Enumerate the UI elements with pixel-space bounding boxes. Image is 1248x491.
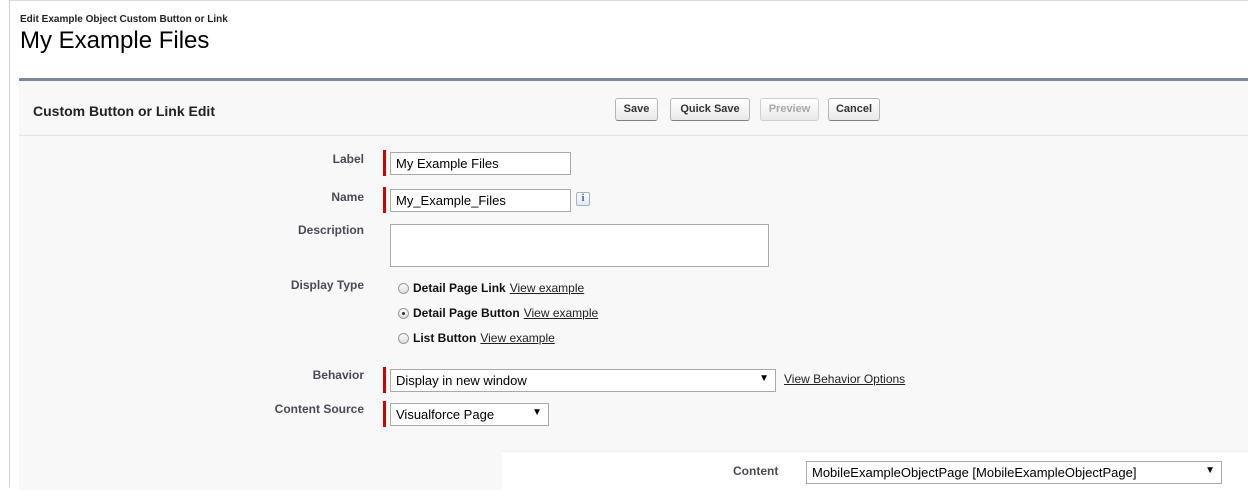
option-label: List Button bbox=[413, 331, 477, 345]
preview-button: Preview bbox=[760, 98, 819, 121]
display-type-option-detail-page-link[interactable]: Detail Page Link View example bbox=[398, 281, 584, 295]
view-example-link[interactable]: View example bbox=[480, 331, 554, 345]
radio-button[interactable] bbox=[398, 332, 409, 344]
content-field-label: Content bbox=[733, 464, 779, 478]
breadcrumb: Edit Example Object Custom Button or Lin… bbox=[20, 14, 228, 25]
content-subpanel: Content MobileExampleObjectPage [MobileE… bbox=[502, 451, 1248, 491]
content-source-select-value: Visualforce Page bbox=[396, 407, 495, 422]
panel-header: Custom Button or Link Edit Save Quick Sa… bbox=[19, 81, 1248, 136]
view-example-link[interactable]: View example bbox=[510, 281, 584, 295]
display-type-field-label: Display Type bbox=[290, 278, 364, 292]
behavior-field-label: Behavior bbox=[312, 368, 364, 382]
description-textarea[interactable] bbox=[390, 224, 769, 267]
name-field-label: Name bbox=[331, 190, 364, 204]
chevron-down-icon: ▼ bbox=[532, 407, 542, 418]
chevron-down-icon: ▼ bbox=[1205, 465, 1215, 476]
info-icon[interactable]: i bbox=[576, 192, 590, 206]
behavior-select[interactable]: Display in new window ▼ bbox=[390, 369, 776, 392]
page-header: Edit Example Object Custom Button or Lin… bbox=[20, 14, 228, 55]
save-button[interactable]: Save bbox=[615, 98, 658, 121]
option-label: Detail Page Button bbox=[413, 306, 520, 320]
view-example-link[interactable]: View example bbox=[524, 306, 598, 320]
description-field-label: Description bbox=[297, 223, 364, 237]
name-input[interactable]: My_Example_Files bbox=[390, 189, 571, 212]
display-type-option-detail-page-button[interactable]: Detail Page Button View example bbox=[398, 306, 598, 320]
page-title: My Example Files bbox=[20, 27, 210, 54]
label-field-label: Label bbox=[332, 152, 364, 166]
edit-panel: Custom Button or Link Edit Save Quick Sa… bbox=[19, 78, 1248, 491]
label-input[interactable]: My Example Files bbox=[390, 152, 571, 175]
view-behavior-options-link[interactable]: View Behavior Options bbox=[784, 372, 905, 386]
required-indicator bbox=[383, 401, 386, 427]
window-left-border bbox=[9, 0, 10, 487]
radio-button[interactable] bbox=[398, 307, 409, 319]
content-select-value: MobileExampleObjectPage [MobileExampleOb… bbox=[812, 465, 1137, 480]
radio-button[interactable] bbox=[398, 282, 409, 294]
option-label: Detail Page Link bbox=[413, 281, 506, 295]
behavior-select-value: Display in new window bbox=[396, 373, 527, 388]
content-select[interactable]: MobileExampleObjectPage [MobileExampleOb… bbox=[806, 461, 1222, 484]
required-indicator bbox=[383, 367, 386, 393]
display-type-option-list-button[interactable]: List Button View example bbox=[398, 331, 555, 345]
content-source-select[interactable]: Visualforce Page ▼ bbox=[390, 403, 549, 426]
panel-title: Custom Button or Link Edit bbox=[33, 103, 215, 119]
window-top-border bbox=[9, 0, 1248, 1]
content-source-field-label: Content Source bbox=[274, 402, 364, 416]
required-indicator bbox=[383, 150, 386, 176]
required-indicator bbox=[383, 187, 386, 213]
quick-save-button[interactable]: Quick Save bbox=[670, 98, 750, 121]
chevron-down-icon: ▼ bbox=[759, 373, 769, 384]
cancel-button[interactable]: Cancel bbox=[828, 98, 880, 121]
